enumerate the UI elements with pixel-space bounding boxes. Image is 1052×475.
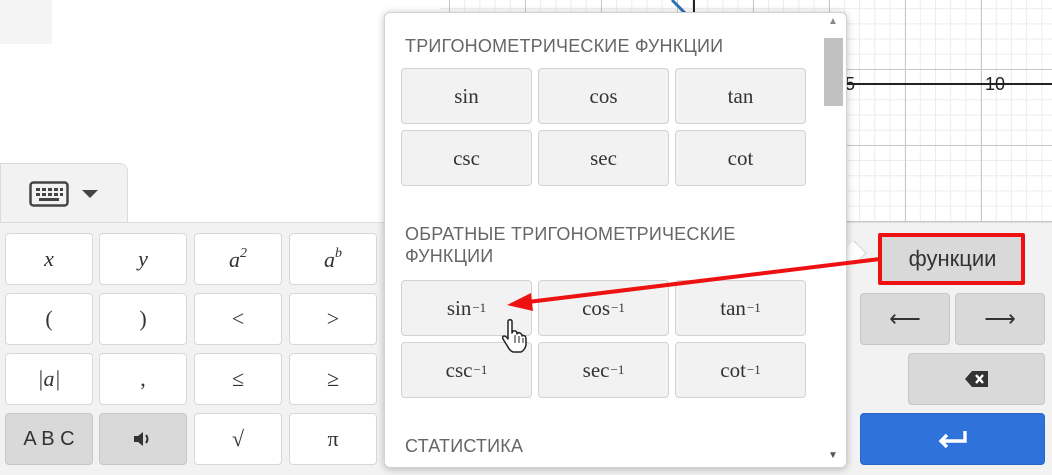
func-arccos[interactable]: cos −1 xyxy=(538,280,669,336)
func-label: cos xyxy=(582,295,611,320)
caret-down-icon xyxy=(82,189,98,198)
func-cot[interactable]: cot xyxy=(675,130,806,186)
key-pi[interactable]: π xyxy=(289,413,377,465)
key-less-equal[interactable]: ≤ xyxy=(194,353,282,405)
key-comma[interactable]: , xyxy=(99,353,187,405)
func-cos[interactable]: cos xyxy=(538,68,669,124)
func-label: tan xyxy=(720,295,746,320)
key-speaker[interactable] xyxy=(99,413,187,465)
key-greater-equal[interactable]: ≥ xyxy=(289,353,377,405)
func-sec[interactable]: sec xyxy=(538,130,669,186)
key-a-power-b[interactable]: ab xyxy=(289,233,377,285)
keyboard-icon xyxy=(29,180,69,207)
key-abc[interactable]: A B C xyxy=(5,413,93,465)
functions-highlight-box xyxy=(878,233,1025,285)
section-title-trig: ТРИГОНОМЕТРИЧЕСКИЕ ФУНКЦИИ xyxy=(405,36,724,56)
func-csc[interactable]: csc xyxy=(401,130,532,186)
key-a-squared[interactable]: a2 xyxy=(194,233,282,285)
func-superscript: −1 xyxy=(746,300,761,315)
func-label: sec xyxy=(582,357,610,382)
func-arcsec[interactable]: sec −1 xyxy=(538,342,669,398)
func-arccot[interactable]: cot −1 xyxy=(675,342,806,398)
func-superscript: −1 xyxy=(472,300,487,315)
func-label: csc xyxy=(445,357,473,382)
key-open-paren[interactable]: ( xyxy=(5,293,93,345)
cursor-left-button[interactable]: ⟵ xyxy=(860,293,950,345)
expression-panel-edge xyxy=(0,0,52,44)
cursor-right-button[interactable]: ⟶ xyxy=(955,293,1045,345)
key-less-than[interactable]: < xyxy=(194,293,282,345)
section-title-inverse-trig: ОБРАТНЫЕ ТРИГОНОМЕТРИЧЕСКИЕ ФУНКЦИИ xyxy=(405,224,736,266)
key-y[interactable]: y xyxy=(99,233,187,285)
scroll-up-arrow-icon[interactable]: ▲ xyxy=(828,16,838,27)
hand-cursor-icon xyxy=(501,318,527,353)
x-tick-label: 10 xyxy=(985,74,1006,94)
func-superscript: −1 xyxy=(746,362,761,377)
func-superscript: −1 xyxy=(610,362,625,377)
key-x[interactable]: x xyxy=(5,233,93,285)
keyboard-toggle-tab[interactable] xyxy=(0,163,128,223)
key-sqrt[interactable]: √ xyxy=(194,413,282,465)
enter-button[interactable] xyxy=(860,413,1045,465)
key-close-paren[interactable]: ) xyxy=(99,293,187,345)
backspace-icon xyxy=(964,371,988,387)
enter-icon xyxy=(938,431,967,449)
func-superscript: −1 xyxy=(473,362,488,377)
key-greater-than[interactable]: > xyxy=(289,293,377,345)
func-tan[interactable]: tan xyxy=(675,68,806,124)
speaker-icon xyxy=(134,432,149,446)
scroll-down-arrow-icon[interactable]: ▼ xyxy=(828,450,838,461)
func-sin[interactable]: sin xyxy=(401,68,532,124)
backspace-button[interactable] xyxy=(908,353,1045,405)
func-superscript: −1 xyxy=(611,300,625,315)
key-absolute-value[interactable]: |a| xyxy=(5,353,93,405)
section-title-statistics: СТАТИСТИКА xyxy=(405,436,524,456)
scroll-thumb[interactable] xyxy=(824,38,843,106)
func-label: sin xyxy=(446,295,472,320)
func-label: cot xyxy=(720,357,746,382)
func-arctan[interactable]: tan −1 xyxy=(675,280,806,336)
